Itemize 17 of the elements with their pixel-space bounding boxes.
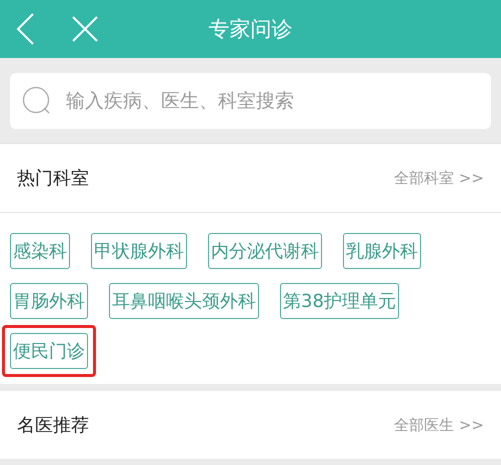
department-tag[interactable]: 乳腺外科 <box>343 233 421 269</box>
department-tag[interactable]: 甲状腺外科 <box>91 233 187 269</box>
page-title: 专家问诊 <box>208 17 292 41</box>
more-link[interactable]: 全部科室 >> <box>394 168 484 188</box>
department-tag[interactable]: 内分泌代谢科 <box>208 233 322 269</box>
department-tag[interactable]: 第38护理单元 <box>280 283 399 319</box>
section-title: 名医推荐 <box>17 414 89 437</box>
department-tag[interactable]: 感染科 <box>10 233 70 269</box>
search-icon <box>22 86 52 116</box>
department-tag[interactable]: 便民门诊 <box>10 333 88 369</box>
section-title: 热门科室 <box>17 167 89 190</box>
more-link[interactable]: 全部医生 >> <box>394 416 484 434</box>
close-icon[interactable] <box>72 16 98 42</box>
department-tag[interactable]: 耳鼻咽喉头颈外科 <box>109 283 259 319</box>
department-tag[interactable]: 胃肠外科 <box>10 283 88 319</box>
search-field[interactable]: 输入疾病、医生、科室搜索 <box>10 73 491 129</box>
back-icon[interactable] <box>16 13 36 45</box>
